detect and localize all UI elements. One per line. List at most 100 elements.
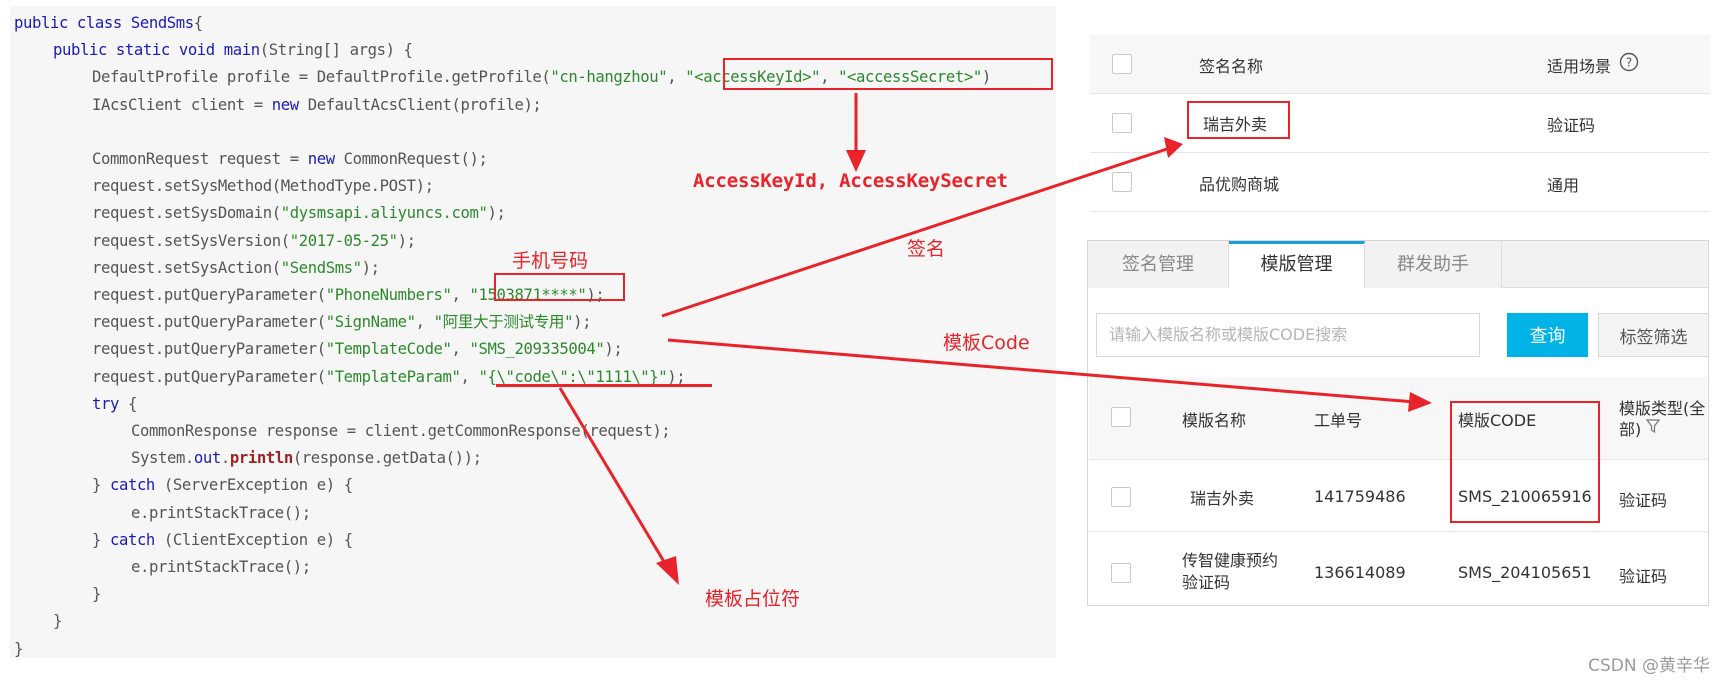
code-line: } bbox=[53, 608, 62, 635]
code-token: , bbox=[460, 367, 479, 386]
query-button[interactable]: 查询 bbox=[1507, 313, 1588, 357]
code-token: IAcsClient client = bbox=[92, 95, 272, 114]
code-line: } catch (ClientException e) { bbox=[92, 527, 353, 554]
template-row-checkbox-1[interactable] bbox=[1111, 487, 1131, 507]
code-token: out bbox=[193, 449, 221, 468]
question-circle-icon[interactable]: ? bbox=[1619, 52, 1639, 72]
code-token: ); bbox=[573, 313, 592, 332]
watermark: CSDN @黄辛华 bbox=[1588, 656, 1710, 676]
sign-scene-2: 通用 bbox=[1547, 176, 1580, 195]
code-token: , bbox=[415, 313, 434, 332]
code-line: request.setSysDomain("dysmsapi.aliyuncs.… bbox=[92, 200, 506, 227]
code-line: request.setSysAction("SendSms"); bbox=[92, 255, 380, 282]
divider bbox=[1090, 93, 1710, 94]
code-token: , bbox=[451, 286, 470, 304]
template-type-1: 验证码 bbox=[1619, 491, 1668, 510]
code-token: (response.getData()); bbox=[292, 449, 482, 468]
template-param-underline bbox=[496, 384, 712, 387]
code-token: "dysmsapi.aliyuncs.com" bbox=[280, 204, 488, 223]
code-token: request.putQueryParameter( bbox=[92, 286, 326, 304]
sign-name-highlight-box bbox=[1187, 101, 1290, 139]
funnel-icon[interactable] bbox=[1645, 418, 1661, 434]
header-template-name: 模版名称 bbox=[1182, 411, 1247, 430]
divider bbox=[1089, 459, 1707, 460]
code-token: request.setSysAction( bbox=[92, 258, 281, 277]
select-all-checkbox[interactable] bbox=[1112, 54, 1132, 74]
arrowhead-sign bbox=[1164, 137, 1183, 158]
code-token: request.putQueryParameter( bbox=[92, 367, 326, 386]
code-token: request.setSysDomain( bbox=[92, 204, 281, 223]
code-token: (ServerException e) { bbox=[154, 476, 353, 495]
phone-highlight-box bbox=[494, 273, 625, 301]
code-token: } bbox=[53, 612, 62, 631]
select-all-templates-checkbox[interactable] bbox=[1111, 407, 1131, 427]
template-row-checkbox-2[interactable] bbox=[1111, 563, 1131, 583]
code-token: new bbox=[271, 95, 299, 114]
code-token: "阿里大于测试专用" bbox=[433, 313, 574, 332]
code-line: } catch (ServerException e) { bbox=[92, 472, 353, 499]
code-token: "SMS_209335004" bbox=[469, 340, 605, 359]
code-line: e.printStackTrace(); bbox=[131, 500, 311, 527]
divider bbox=[1090, 152, 1710, 153]
template-name-2-cont: 验证码 bbox=[1182, 573, 1231, 592]
template-name-1: 瑞吉外卖 bbox=[1190, 489, 1255, 508]
code-line: request.putQueryParameter("SignName", "阿… bbox=[92, 309, 591, 336]
ticket-no-1: 141759486 bbox=[1314, 487, 1406, 506]
code-token: request.putQueryParameter( bbox=[92, 340, 326, 359]
template-name-2: 传智健康预约 bbox=[1182, 551, 1279, 570]
tab-sign-management[interactable]: 签名管理 bbox=[1088, 241, 1229, 288]
tab-template-management[interactable]: 模版管理 bbox=[1229, 241, 1365, 288]
code-token: "{\"code\":\"1111\"}" bbox=[478, 367, 668, 386]
access-key-highlight-box bbox=[723, 58, 1053, 90]
divider bbox=[1089, 531, 1707, 532]
code-line: e.printStackTrace(); bbox=[131, 554, 311, 581]
code-token: . bbox=[220, 449, 230, 468]
code-token: { bbox=[193, 14, 203, 32]
row-checkbox-1[interactable] bbox=[1112, 113, 1132, 133]
code-token: } bbox=[92, 476, 110, 495]
code-token: System. bbox=[131, 449, 194, 468]
sign-scene-1: 验证码 bbox=[1547, 116, 1596, 135]
code-token: } bbox=[14, 639, 23, 658]
header-scene: 适用场景 bbox=[1547, 57, 1612, 76]
row-checkbox-2[interactable] bbox=[1112, 172, 1132, 192]
code-line: request.setSysMethod(MethodType.POST); bbox=[92, 173, 434, 200]
template-search-input[interactable]: 请输入模版名称或模版CODE搜索 bbox=[1096, 313, 1480, 357]
code-token: CommonRequest request = bbox=[92, 150, 308, 168]
header-ticket-no: 工单号 bbox=[1314, 411, 1363, 430]
code-line: public static void main(String[] args) { bbox=[53, 37, 413, 64]
code-token: ); bbox=[604, 340, 623, 359]
code-token: DefaultAcsClient(profile); bbox=[298, 95, 542, 114]
code-token: { bbox=[118, 394, 137, 413]
code-line: public class SendSms{ bbox=[14, 10, 203, 37]
code-token: ); bbox=[667, 367, 686, 386]
code-line: System.out.println(response.getData()); bbox=[131, 445, 482, 472]
annotation-template-placeholder: 模板占位符 bbox=[705, 588, 801, 610]
header-template-type-cont: 部) bbox=[1619, 420, 1642, 439]
code-token: try bbox=[92, 394, 119, 413]
template-management-panel: 签名管理 模版管理 群发助手 请输入模版名称或模版CODE搜索 查询 标签筛选 … bbox=[1087, 240, 1709, 606]
code-token: ); bbox=[361, 258, 380, 277]
code-token: e.printStackTrace(); bbox=[131, 503, 311, 522]
code-token: "TemplateCode" bbox=[325, 340, 452, 359]
code-token: } bbox=[92, 530, 110, 549]
code-token: , bbox=[451, 340, 470, 359]
tag-filter-button[interactable]: 标签筛选 bbox=[1598, 313, 1708, 357]
tab-mass-send-assistant[interactable]: 群发助手 bbox=[1365, 241, 1502, 288]
code-token: ); bbox=[487, 204, 506, 223]
annotation-phone: 手机号码 bbox=[512, 250, 589, 272]
ticket-no-2: 136614089 bbox=[1314, 563, 1406, 582]
code-token: e.printStackTrace(); bbox=[131, 558, 311, 576]
code-token: DefaultProfile profile = DefaultProfile.… bbox=[92, 68, 551, 87]
code-token: "2017-05-25" bbox=[289, 231, 398, 250]
code-token: "TemplateParam" bbox=[325, 367, 461, 386]
code-token: (ClientException e) { bbox=[154, 530, 353, 549]
template-type-2: 验证码 bbox=[1619, 567, 1668, 586]
code-token: main bbox=[223, 41, 260, 60]
code-token: CommonResponse response = client.getComm… bbox=[131, 422, 671, 440]
code-line: try { bbox=[92, 391, 137, 418]
code-line: } bbox=[14, 636, 23, 663]
code-token: "cn-hangzhou" bbox=[550, 68, 668, 87]
code-token: CommonRequest(); bbox=[334, 150, 488, 168]
divider bbox=[1090, 211, 1710, 212]
